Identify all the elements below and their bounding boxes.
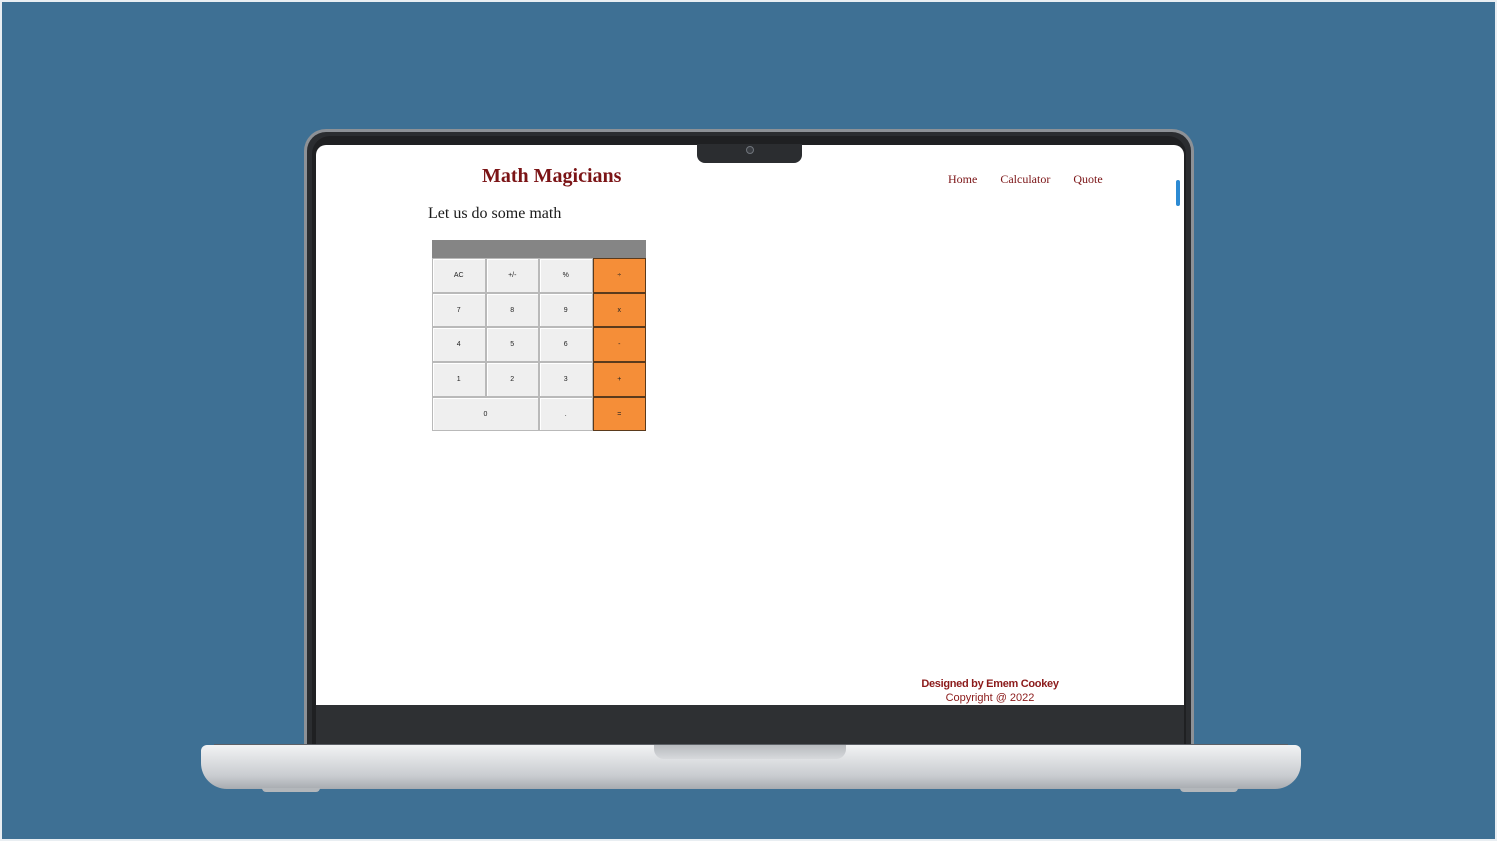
scrollbar-indicator <box>1176 180 1180 206</box>
key-6[interactable]: 6 <box>539 327 593 363</box>
key-subtract[interactable]: - <box>592 327 646 363</box>
key-add[interactable]: + <box>592 362 646 397</box>
key-equals[interactable]: = <box>592 396 646 432</box>
key-clear[interactable]: AC <box>432 258 486 293</box>
brand-logo[interactable]: Math Magicians <box>482 165 621 188</box>
laptop-foot-left <box>262 788 320 792</box>
key-2[interactable]: 2 <box>485 362 539 397</box>
camera-icon <box>746 146 754 154</box>
nav-link-home[interactable]: Home <box>948 172 977 187</box>
calculator: AC +/-% ÷ 7 8 9 x 4 5 6- 1 2 3 +0. = <box>432 240 646 432</box>
key-4[interactable]: 4 <box>432 327 486 363</box>
key-divide[interactable]: ÷ <box>592 258 646 293</box>
laptop-foot-right <box>1180 788 1238 792</box>
key-3[interactable]: 3 <box>539 362 593 397</box>
key-percent[interactable]: % <box>539 258 593 293</box>
key-1[interactable]: 1 <box>432 362 486 397</box>
footer-copyright: Copyright @ 2022 <box>945 692 1035 704</box>
footer: Designed by Emem Cookey Copyright @ 2022 <box>876 677 1104 705</box>
laptop-open-groove <box>654 745 846 759</box>
footer-credit: Designed by Emem Cookey <box>921 678 1059 690</box>
key-5[interactable]: 5 <box>485 327 539 363</box>
calculator-keypad: AC +/-% ÷ 7 8 9 x 4 5 6- 1 2 3 +0. = <box>432 258 646 432</box>
main-nav: Home Calculator Quote <box>948 172 1103 187</box>
key-0[interactable]: 0 <box>432 396 539 432</box>
nav-link-calculator[interactable]: Calculator <box>1000 172 1050 187</box>
calculator-display <box>432 240 646 258</box>
key-multiply[interactable]: x <box>592 292 646 328</box>
key-decimal[interactable]: . <box>539 396 593 432</box>
page-heading: Let us do some math <box>428 205 562 222</box>
key-7[interactable]: 7 <box>432 292 486 328</box>
key-9[interactable]: 9 <box>539 292 593 328</box>
laptop-chin <box>316 705 1184 745</box>
laptop-screen: Math Magicians Home Calculator Quote Let… <box>316 145 1184 705</box>
key-8[interactable]: 8 <box>485 292 539 328</box>
key-sign[interactable]: +/- <box>485 258 539 293</box>
nav-link-quote[interactable]: Quote <box>1073 172 1102 187</box>
